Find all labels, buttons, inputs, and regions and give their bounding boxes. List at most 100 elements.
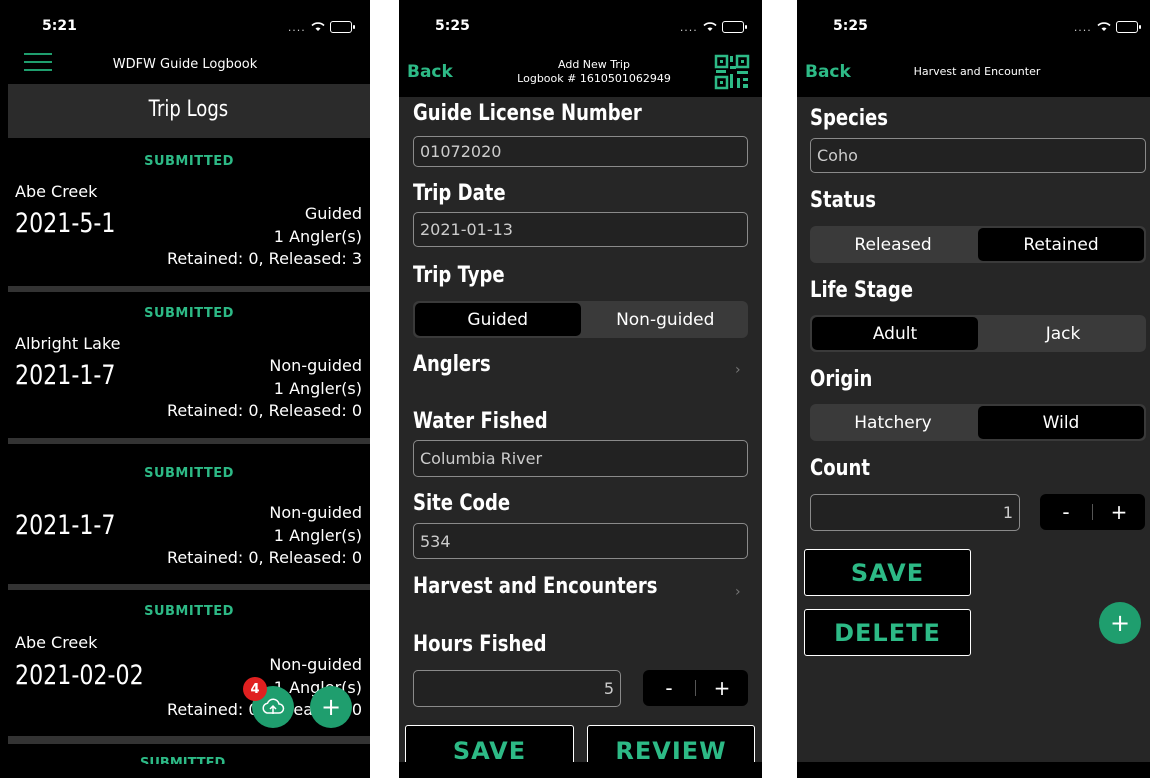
hours-stepper: - + (643, 670, 748, 706)
status-indicators: .... (1073, 16, 1141, 35)
status-label: Status (810, 188, 876, 213)
origin-label: Origin (810, 367, 873, 392)
trip-date: 2021-5-1 (15, 208, 116, 239)
signal-icon: .... (679, 21, 698, 34)
increment-button[interactable]: + (696, 676, 748, 700)
trip-type-non-guided[interactable]: Non-guided (583, 301, 749, 338)
trip-date: 2021-1-7 (15, 510, 116, 541)
signal-icon: .... (287, 21, 306, 34)
decrement-button[interactable]: - (643, 676, 695, 700)
next-trip-status-partial: SUBMITTED (140, 756, 226, 764)
screen-title: Harvest and Encounter (913, 65, 1041, 78)
origin-hatchery[interactable]: Hatchery (810, 404, 976, 441)
upload-count-badge: 4 (243, 677, 267, 701)
trip-type-label: Trip Type (413, 263, 505, 288)
hours-input[interactable]: 5 (413, 670, 621, 707)
count-stepper: - + (1040, 494, 1145, 530)
trip-site: Abe Creek (15, 182, 98, 201)
trip-card[interactable]: SUBMITTED 2021-1-7 Non-guided 1 Angler(s… (8, 444, 370, 584)
count-input[interactable]: 1 (810, 494, 1020, 531)
trip-counts: Retained: 0, Released: 3 (166, 249, 362, 268)
species-input[interactable]: Coho (810, 138, 1146, 173)
delete-button[interactable]: DELETE (804, 609, 971, 656)
trip-anglers: 1 Angler(s) (273, 379, 362, 398)
plus-icon: + (320, 693, 342, 721)
trip-anglers: 1 Angler(s) (273, 227, 362, 246)
trip-status: SUBMITTED (144, 154, 234, 169)
battery-icon (1116, 20, 1141, 33)
life-stage-selector: Adult Jack (810, 315, 1146, 352)
trip-type: Non-guided (269, 655, 362, 674)
anglers-row[interactable]: Anglers (413, 352, 491, 377)
wifi-icon (311, 21, 325, 31)
status-retained[interactable]: Retained (978, 228, 1144, 261)
add-encounter-button[interactable]: + (1099, 602, 1141, 644)
battery-icon (722, 20, 747, 33)
origin-selector: Hatchery Wild (810, 404, 1146, 441)
add-trip-screen: 5:25 .... Back Add New Trip Logbook # 16… (399, 0, 762, 778)
battery-icon (330, 20, 355, 33)
logbook-number: Logbook # 1610501062949 (517, 72, 671, 85)
trip-date: 2021-02-02 (15, 660, 144, 691)
trip-status: SUBMITTED (144, 466, 234, 481)
trip-counts: Retained: 0, Released: 0 (166, 548, 362, 567)
trip-date-input[interactable]: 2021-01-13 (413, 212, 748, 247)
harvest-encounter-screen: 5:25 .... Back Harvest and Encounter Spe… (797, 0, 1150, 778)
status-selector: Released Retained (810, 226, 1146, 263)
life-stage-jack[interactable]: Jack (980, 315, 1146, 352)
bottom-bar (399, 762, 762, 778)
trip-status: SUBMITTED (144, 604, 234, 619)
trip-type: Non-guided (269, 503, 362, 522)
app-title: WDFW Guide Logbook (112, 57, 258, 72)
water-input[interactable]: Columbia River (413, 440, 748, 477)
license-label: Guide License Number (413, 101, 642, 126)
hours-label: Hours Fished (413, 632, 547, 657)
status-indicators: .... (679, 16, 747, 35)
back-button[interactable]: Back (407, 62, 453, 82)
wifi-icon (1097, 21, 1111, 31)
cloud-upload-icon (262, 698, 285, 714)
trip-date-label: Trip Date (413, 181, 506, 206)
trip-anglers: 1 Angler(s) (273, 526, 362, 545)
trip-status: SUBMITTED (144, 306, 234, 321)
origin-wild[interactable]: Wild (978, 406, 1144, 439)
trip-card[interactable]: SUBMITTED Albright Lake 2021-1-7 Non-gui… (8, 292, 370, 438)
add-trip-button[interactable]: + (310, 686, 352, 728)
count-label: Count (810, 456, 870, 481)
increment-button[interactable]: + (1093, 500, 1145, 524)
chevron-right-icon: › (735, 362, 741, 378)
trip-type-guided[interactable]: Guided (415, 303, 581, 336)
water-label: Water Fished (413, 409, 548, 434)
save-button[interactable]: SAVE (804, 549, 971, 596)
trip-card[interactable]: SUBMITTED Abe Creek 2021-5-1 Guided 1 An… (8, 140, 370, 286)
card-divider (8, 736, 370, 744)
license-input[interactable]: 01072020 (413, 136, 748, 167)
status-time: 5:21 (42, 18, 77, 34)
trip-site: Albright Lake (15, 334, 121, 353)
life-stage-label: Life Stage (810, 278, 913, 303)
section-title: Trip Logs (148, 97, 229, 122)
back-button[interactable]: Back (805, 62, 851, 82)
bottom-bar (797, 762, 1150, 778)
status-time: 5:25 (435, 18, 470, 34)
section-header: Trip Logs (8, 84, 370, 138)
status-time: 5:25 (833, 18, 868, 34)
trip-date: 2021-1-7 (15, 360, 116, 391)
harvest-row[interactable]: Harvest and Encounters (413, 574, 657, 599)
trip-type: Non-guided (269, 356, 362, 375)
trip-site: Abe Creek (15, 633, 98, 652)
chevron-right-icon: › (735, 584, 741, 600)
species-label: Species (810, 106, 889, 131)
status-released[interactable]: Released (810, 226, 976, 263)
trip-counts: Retained: 0, Released: 0 (166, 401, 362, 420)
site-code-label: Site Code (413, 491, 511, 516)
site-code-input[interactable]: 534 (413, 523, 748, 559)
decrement-button[interactable]: - (1040, 500, 1092, 524)
screen-title: Add New Trip (558, 58, 630, 71)
qr-code-icon[interactable] (714, 54, 750, 90)
nav-bar (797, 0, 1150, 97)
trip-type: Guided (304, 204, 362, 223)
life-stage-adult[interactable]: Adult (812, 317, 978, 350)
plus-icon: + (1109, 609, 1131, 637)
signal-icon: .... (1073, 21, 1092, 34)
